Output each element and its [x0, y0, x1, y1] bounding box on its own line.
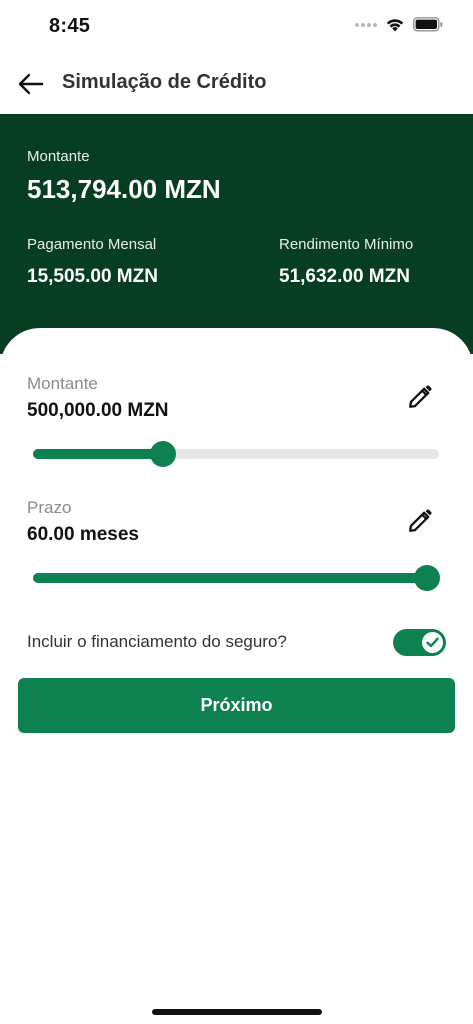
app-header: Simulação de Crédito — [0, 54, 473, 114]
term-label: Prazo — [27, 498, 72, 517]
amount-value: 500,000.00 MZN — [27, 400, 169, 421]
pencil-icon — [409, 385, 432, 408]
check-icon — [426, 637, 439, 648]
summary-amount-label: Montante — [27, 148, 90, 165]
home-indicator — [152, 1009, 322, 1015]
summary-panel: Montante 513,794.00 MZN Pagamento Mensal… — [0, 114, 473, 354]
amount-slider[interactable] — [33, 439, 439, 469]
amount-slider-fill — [33, 449, 163, 459]
status-time: 8:45 — [49, 15, 91, 37]
toggle-knob — [422, 632, 443, 653]
next-button[interactable]: Próximo — [18, 678, 455, 733]
summary-min-income-value: 51,632.00 MZN — [279, 266, 410, 287]
insurance-toggle-label: Incluir o financiamento do seguro? — [27, 632, 287, 651]
battery-icon — [413, 17, 443, 32]
summary-min-income-label: Rendimento Mínimo — [279, 236, 414, 253]
status-bar: 8:45 — [0, 0, 473, 54]
wifi-icon — [386, 19, 404, 32]
amount-slider-thumb[interactable] — [149, 441, 176, 467]
term-slider[interactable] — [33, 563, 440, 593]
back-arrow-icon — [18, 73, 44, 95]
amount-label: Montante — [27, 374, 98, 393]
summary-monthly-label: Pagamento Mensal — [27, 236, 157, 253]
signal-icon — [355, 22, 377, 27]
edit-term-button[interactable] — [404, 505, 436, 537]
insurance-toggle[interactable] — [393, 629, 446, 656]
term-slider-fill — [33, 573, 427, 583]
page-title: Simulação de Crédito — [62, 71, 267, 93]
summary-monthly-value: 15,505.00 MZN — [27, 266, 158, 287]
status-icons — [355, 17, 443, 32]
term-value: 60.00 meses — [27, 524, 139, 545]
simulation-form: Montante 500,000.00 MZN Prazo 60.00 mese… — [0, 328, 473, 1024]
back-button[interactable] — [16, 70, 46, 98]
term-slider-thumb[interactable] — [413, 565, 440, 591]
edit-amount-button[interactable] — [404, 381, 436, 413]
pencil-icon — [409, 509, 432, 532]
summary-amount-value: 513,794.00 MZN — [27, 174, 221, 204]
